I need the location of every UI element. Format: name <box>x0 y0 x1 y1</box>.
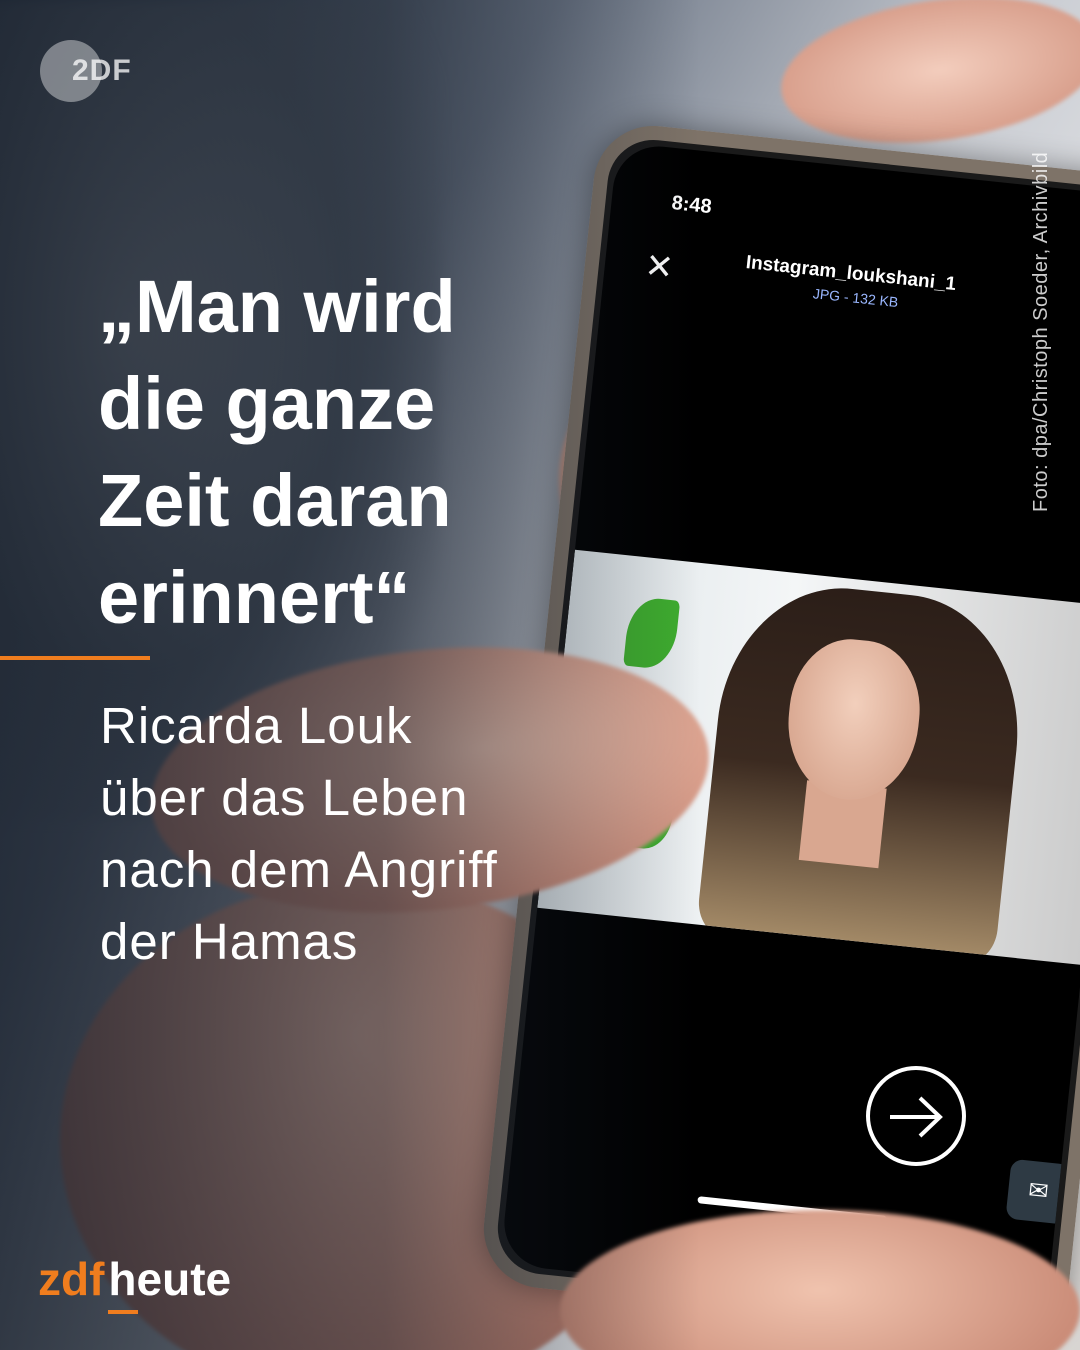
subtitle-line: Ricarda Louk <box>100 697 413 754</box>
subtitle-line: über das Leben <box>100 769 469 826</box>
headline-line: die ganze <box>98 362 436 445</box>
subtitle: Ricarda Louk über das Leben nach dem Ang… <box>100 690 498 978</box>
headline-line: erinnert“ <box>98 556 411 639</box>
zdf-logo: 2DF <box>40 40 132 102</box>
subtitle-line: der Hamas <box>100 913 359 970</box>
accent-divider <box>0 656 150 660</box>
logo-text: 2DF <box>72 54 132 87</box>
zdfheute-logo: zdf heute <box>38 1252 232 1314</box>
headline-quote: „Man wird die ganze Zeit daran erinnert“ <box>98 258 658 646</box>
background-fingertip <box>771 0 1080 162</box>
brand-zdf: zdf <box>38 1253 105 1305</box>
arrow-right-circle-icon <box>890 1096 943 1138</box>
brand-heute: heute <box>108 1253 232 1314</box>
phone-file-meta: JPG - 132 KB <box>812 285 900 311</box>
headline-line: „Man wird <box>98 265 456 348</box>
headline-line: Zeit daran <box>98 459 452 542</box>
text-shade <box>0 0 700 1350</box>
next-button[interactable] <box>866 1066 966 1166</box>
post-card: 8:48 ✕ Instagram_loukshani_1 JPG - 132 K… <box>0 0 1080 1350</box>
photo-credit: Foto: dpa/Christoph Soeder, Archivbild <box>1030 151 1052 512</box>
mail-icon: ✉ <box>1005 1158 1072 1225</box>
subtitle-line: nach dem Angriff <box>100 841 498 898</box>
